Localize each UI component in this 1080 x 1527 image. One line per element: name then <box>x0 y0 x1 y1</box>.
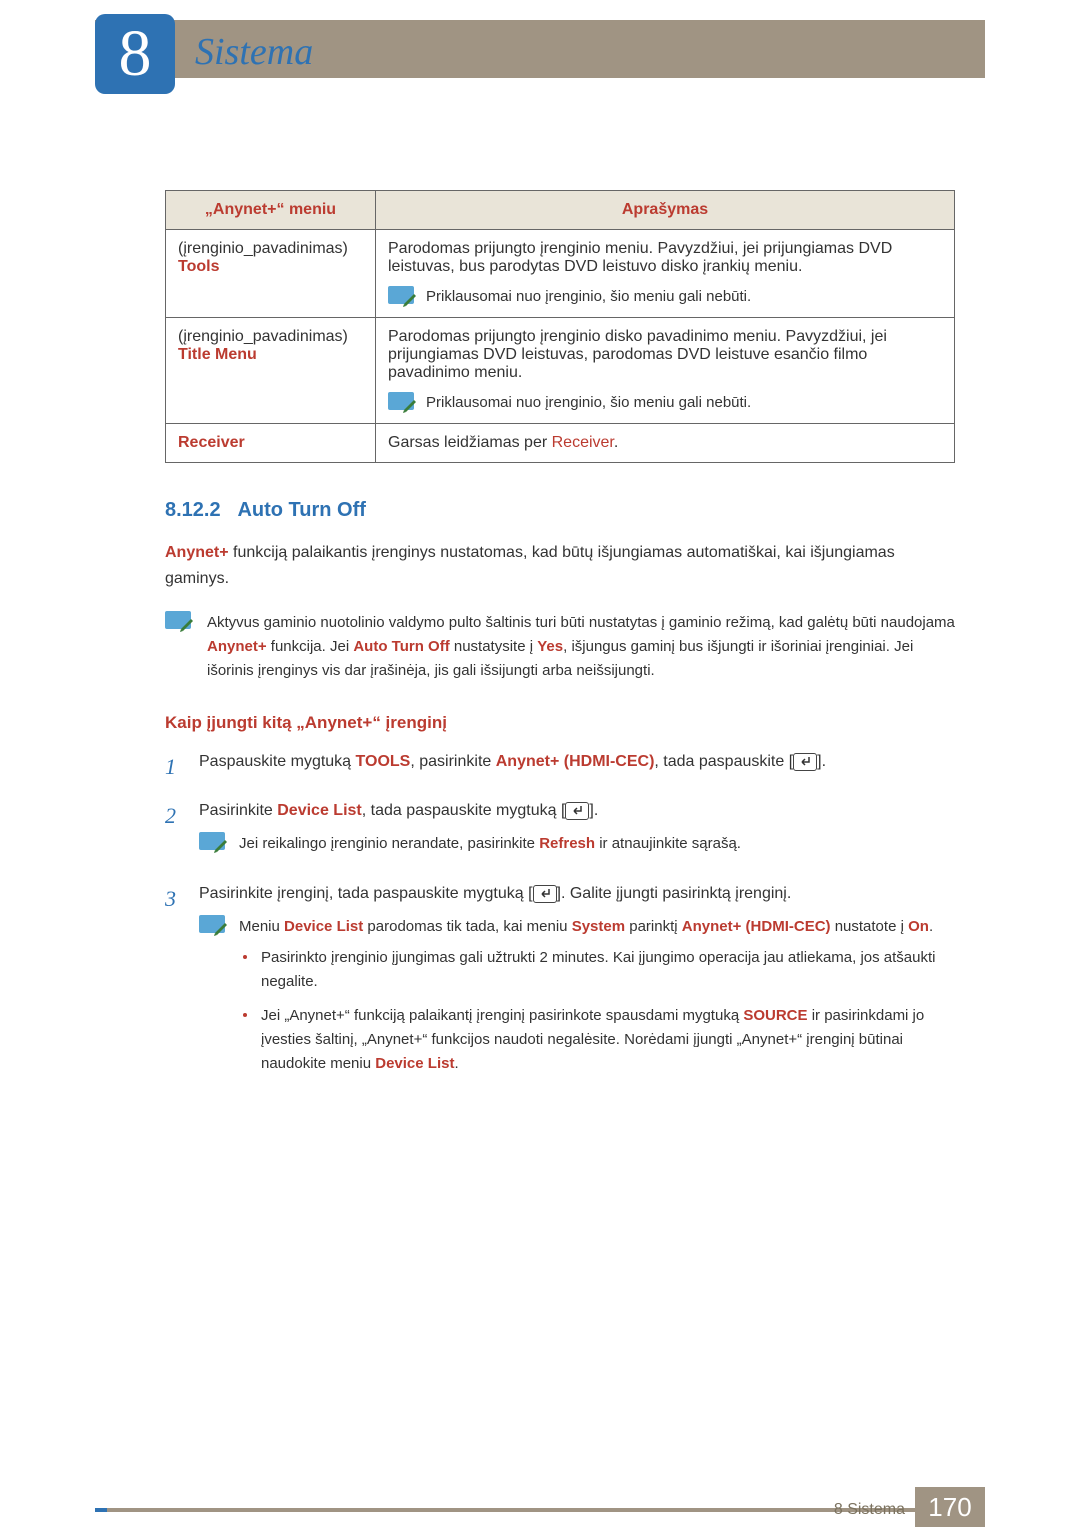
row-label-line1: Receiver <box>178 434 363 452</box>
enter-icon <box>793 753 817 771</box>
row-label-line1: (įrenginio_pavadinimas) <box>178 328 363 346</box>
table-row: (įrenginio_pavadinimas) Title Menu Parod… <box>166 318 955 424</box>
bullet-item: Jei „Anynet+“ funkciją palaikantį įrengi… <box>239 1004 955 1076</box>
row-note: Priklausomai nuo įrenginio, šio meniu ga… <box>426 392 751 413</box>
note-icon <box>388 392 414 410</box>
step-number: 1 <box>165 749 187 784</box>
step-item: 2 Pasirinkite Device List, tada paspausk… <box>165 798 955 867</box>
table-row: Receiver Garsas leidžiamas per Receiver. <box>166 424 955 463</box>
chapter-title: Sistema <box>195 30 313 74</box>
row-label-line1: (įrenginio_pavadinimas) <box>178 240 363 258</box>
table-header-menu: „Anynet+“ meniu <box>166 191 376 230</box>
chapter-badge: 8 <box>95 14 175 94</box>
row-label-line2: Tools <box>178 258 363 276</box>
bullet-item: Pasirinkto įrenginio įjungimas gali užtr… <box>239 946 955 994</box>
content-area: „Anynet+“ meniu Aprašymas (įrenginio_pav… <box>165 190 955 1112</box>
enter-icon <box>565 802 589 820</box>
row-desc: Parodomas prijungto įrenginio disko pava… <box>388 328 942 382</box>
footer: 8 Sistema 170 <box>95 1487 985 1527</box>
row-desc: Garsas leidžiamas per Receiver. <box>376 424 955 463</box>
note-icon <box>388 286 414 304</box>
page-number: 170 <box>915 1487 985 1527</box>
row-label-line2: Title Menu <box>178 346 363 364</box>
row-note: Priklausomai nuo įrenginio, šio meniu ga… <box>426 286 751 307</box>
step-number: 3 <box>165 881 187 1098</box>
enter-icon <box>533 885 557 903</box>
section-title: Auto Turn Off <box>237 499 365 521</box>
note-icon <box>199 915 225 933</box>
subsection-heading: Kaip įjungti kitą „Anynet+“ įrenginį <box>165 713 955 733</box>
step-number: 2 <box>165 798 187 867</box>
step-item: 1 Paspauskite mygtuką TOOLS, pasirinkite… <box>165 749 955 784</box>
steps-list: 1 Paspauskite mygtuką TOOLS, pasirinkite… <box>165 749 955 1098</box>
row-desc: Parodomas prijungto įrenginio meniu. Pav… <box>388 240 942 276</box>
step-item: 3 Pasirinkite įrenginį, tada paspauskite… <box>165 881 955 1098</box>
footer-label: 8 Sistema <box>834 1501 905 1519</box>
section-body: Anynet+ funkciją palaikantis įrenginys n… <box>165 540 955 591</box>
section-number: 8.12.2 <box>165 499 221 521</box>
note-icon <box>199 832 225 850</box>
anynet-table: „Anynet+“ meniu Aprašymas (įrenginio_pav… <box>165 190 955 463</box>
table-header-desc: Aprašymas <box>376 191 955 230</box>
table-row: (įrenginio_pavadinimas) Tools Parodomas … <box>166 230 955 318</box>
section-note: Aktyvus gaminio nuotolinio valdymo pulto… <box>165 611 955 683</box>
chapter-number: 8 <box>119 21 152 87</box>
note-icon <box>165 611 191 629</box>
section-heading: 8.12.2 Auto Turn Off <box>165 499 955 522</box>
